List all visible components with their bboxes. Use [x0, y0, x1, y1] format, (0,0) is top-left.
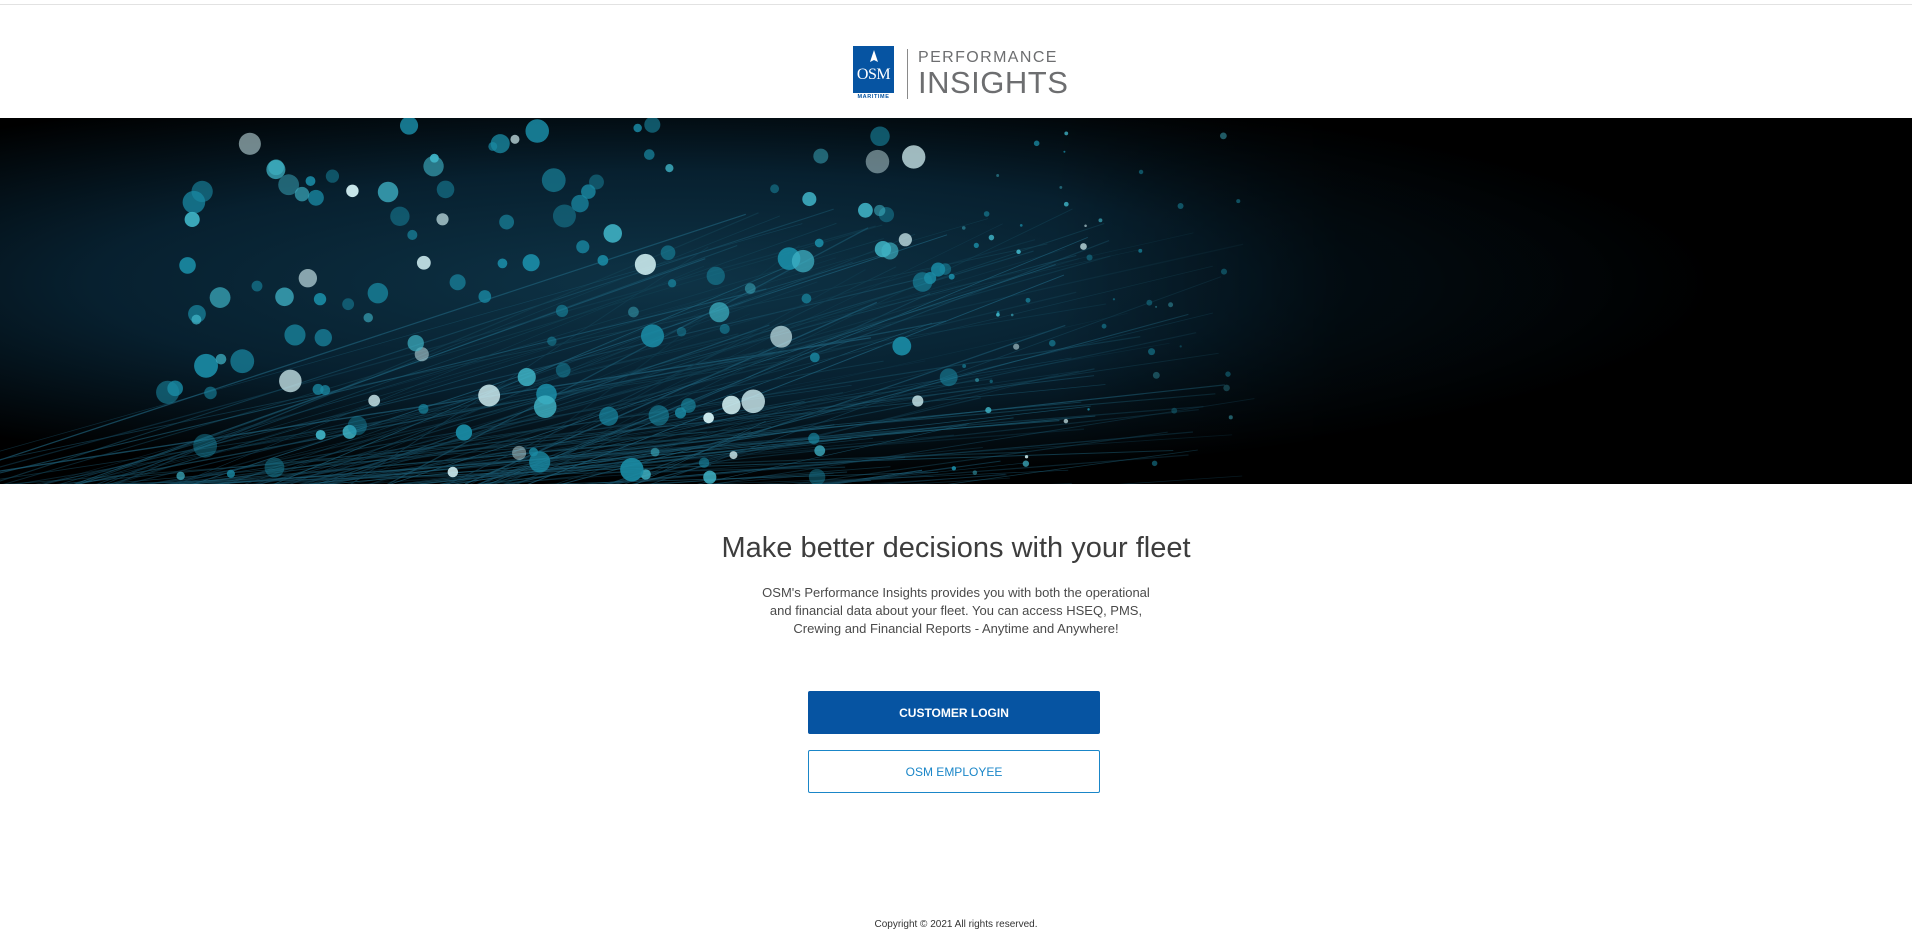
osm-employee-button[interactable]: OSM EMPLOYEE	[808, 750, 1100, 793]
customer-login-button[interactable]: CUSTOMER LOGIN	[808, 691, 1100, 734]
copyright-footer: Copyright © 2021 All rights reserved.	[874, 919, 1038, 930]
logo-wordmark: PERFORMANCE INSIGHTS	[918, 49, 1069, 100]
logo-divider	[907, 49, 908, 99]
page-description: OSM's Performance Insights provides you …	[762, 585, 1150, 636]
performance-insights-logo[interactable]: OSM MARITIME PERFORMANCE INSIGHTS	[853, 46, 1068, 102]
page-header: OSM MARITIME PERFORMANCE INSIGHTS	[0, 5, 1912, 118]
page-headline: Make better decisions with your fleet	[721, 532, 1191, 564]
logo-line-insights: INSIGHTS	[918, 65, 1069, 100]
osm-maritime-badge: OSM MARITIME	[853, 46, 894, 102]
fiber-optic-image	[0, 118, 1912, 484]
logo-line-performance: PERFORMANCE	[918, 49, 1058, 66]
hero-banner	[0, 118, 1912, 484]
logo-badge-text: OSM	[856, 66, 891, 83]
logo-badge-subtext: MARITIME	[853, 93, 894, 102]
